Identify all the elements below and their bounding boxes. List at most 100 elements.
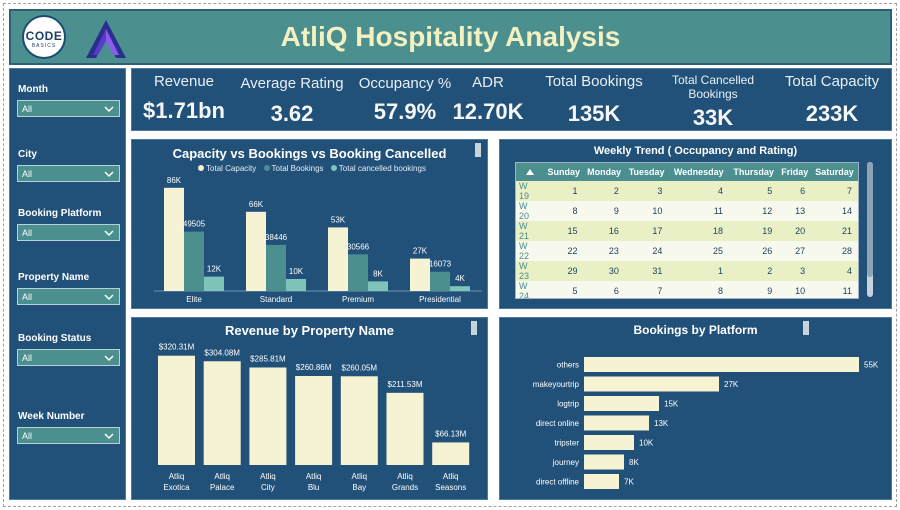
day-cell: 24 — [624, 241, 669, 261]
day-cell: 17 — [624, 221, 669, 241]
chevron-down-icon — [104, 230, 114, 237]
dashboard-title: AtliQ Hospitality Analysis — [280, 21, 621, 52]
column-header[interactable]: Tuesday — [624, 163, 669, 181]
chevron-down-icon — [104, 433, 114, 440]
slicer-label-booking-platform: Booking Platform — [18, 208, 102, 219]
week-label-cell: W 24 — [516, 281, 544, 298]
kpi-total-capacity: Total Capacity 233K — [777, 69, 887, 132]
kpi-label: Total Bookings — [545, 73, 643, 90]
day-cell: 4 — [668, 181, 730, 201]
bar-bookings — [348, 254, 368, 291]
day-cell: 30 — [583, 261, 625, 281]
city-dropdown[interactable]: All — [17, 165, 120, 182]
table-row: W 21 15 16 17 18 19 20 21 — [516, 221, 858, 241]
chevron-down-icon — [104, 106, 114, 113]
day-cell: 27 — [778, 241, 812, 261]
bar-capacity — [328, 227, 348, 291]
data-label: 66K — [249, 200, 264, 209]
day-cell: 2 — [729, 261, 779, 281]
header-bar: CODE BASICS AtliQ Hospitality Analysis — [9, 9, 892, 65]
x-tick-label: Elite — [186, 295, 202, 304]
bar-platform — [584, 415, 649, 431]
column-header[interactable]: Thursday — [729, 163, 779, 181]
day-cell: 12 — [729, 201, 779, 221]
data-label: $304.08M — [204, 348, 240, 357]
sort-header[interactable] — [516, 163, 544, 181]
week-label-cell: W 22 — [516, 241, 544, 261]
x-tick-label: Atliq — [443, 472, 459, 481]
weekly-trend-table: Sunday Monday Tuesday Wednesday Thursday… — [516, 163, 858, 298]
booking-platform-dropdown[interactable]: All — [17, 224, 120, 241]
booking-platform-dropdown-value: All — [22, 228, 33, 238]
day-cell: 11 — [668, 201, 730, 221]
chevron-down-icon — [104, 294, 114, 301]
day-cell: 14 — [811, 201, 858, 221]
bar-cancelled — [286, 279, 306, 291]
capacity-bookings-bar-chart: 86K 49505 12K Elite 66K 38446 10K Standard 53K 30… — [154, 176, 482, 304]
kpi-value: $1.71bn — [143, 98, 225, 123]
column-header[interactable]: Wednesday — [668, 163, 730, 181]
data-label: 53K — [331, 215, 346, 224]
kpi-total-bookings: Total Bookings 135K — [534, 69, 654, 132]
x-tick-label: Palace — [210, 483, 235, 492]
data-label: 30566 — [347, 242, 370, 251]
bar-revenue — [295, 376, 333, 465]
day-cell: 13 — [778, 201, 812, 221]
day-cell: 6 — [583, 281, 625, 298]
kpi-revenue: Revenue $1.71bn — [134, 69, 234, 132]
kpi-value: 3.62 — [270, 101, 314, 126]
week-label-cell: W 19 — [516, 181, 544, 201]
bar-bookings — [184, 231, 204, 291]
kpi-label: Revenue — [153, 73, 215, 90]
data-label: 13K — [654, 419, 669, 428]
data-label: $211.53M — [388, 380, 423, 389]
bar-platform — [584, 396, 659, 411]
kpi-average-rating: Average Rating 3.62 — [236, 69, 348, 132]
sort-ascending-icon — [526, 169, 534, 175]
x-tick-label: Grands — [392, 483, 418, 492]
kpi-adr: ADR 12.70K — [448, 69, 528, 132]
bookings-by-platform-bar-chart: others 55K makeyourtrip 27K logtrip 15K direct… — [533, 357, 879, 489]
kpi-value: 33K — [692, 105, 734, 130]
week-number-dropdown-value: All — [22, 431, 33, 441]
day-cell: 6 — [778, 181, 812, 201]
week-number-dropdown[interactable]: All — [17, 427, 120, 444]
data-label: 15K — [664, 400, 679, 409]
day-cell: 2 — [583, 181, 625, 201]
scrollbar-thumb[interactable] — [867, 162, 873, 277]
column-header[interactable]: Friday — [778, 163, 812, 181]
capacity-bookings-chart-panel: Capacity vs Bookings vs Booking Cancelle… — [131, 139, 488, 309]
y-tick-label: direct online — [536, 419, 580, 428]
property-name-dropdown[interactable]: All — [17, 288, 120, 305]
bar-platform — [584, 376, 719, 392]
month-dropdown-value: All — [22, 104, 33, 114]
data-label: 10K — [639, 439, 654, 448]
day-cell: 1 — [668, 261, 730, 281]
bar-bookings — [430, 271, 450, 291]
data-label: $260.86M — [296, 363, 332, 372]
x-tick-label: Seasons — [435, 483, 466, 492]
booking-status-dropdown[interactable]: All — [17, 349, 120, 366]
bar-cancelled — [450, 286, 470, 291]
bar-cancelled — [204, 276, 224, 291]
day-cell: 10 — [778, 281, 812, 298]
column-header[interactable]: Monday — [583, 163, 625, 181]
column-header[interactable]: Saturday — [811, 163, 858, 181]
x-tick-label: City — [261, 483, 275, 492]
data-label: $260.05M — [342, 363, 378, 372]
month-dropdown[interactable]: All — [17, 100, 120, 117]
table-scrollbar[interactable] — [867, 162, 873, 297]
day-cell: 22 — [544, 241, 584, 261]
data-label: $320.31M — [159, 343, 195, 352]
data-label: 49505 — [183, 220, 206, 229]
x-tick-label: Exotica — [163, 483, 190, 492]
column-header[interactable]: Sunday — [544, 163, 584, 181]
bar-capacity — [246, 211, 266, 291]
weekly-trend-panel: Weekly Trend ( Occupancy and Rating) Sun… — [499, 139, 892, 309]
data-label: 86K — [167, 176, 182, 185]
kpi-label: Total Capacity — [784, 73, 880, 90]
day-cell: 3 — [778, 261, 812, 281]
data-label: 4K — [455, 274, 465, 283]
x-tick-label: Blu — [308, 483, 320, 492]
kpi-label: Total Cancelled Bookings — [671, 73, 755, 101]
